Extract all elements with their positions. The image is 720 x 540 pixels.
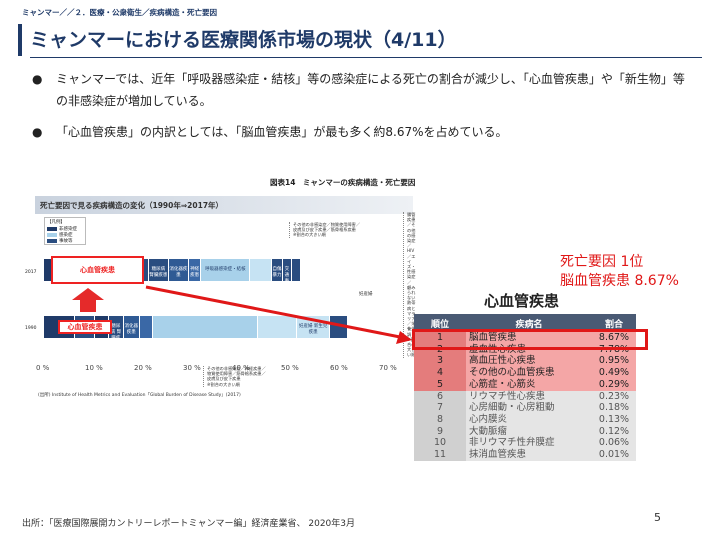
cell-rank: 3	[414, 355, 466, 368]
up-arrow-icon	[72, 288, 104, 312]
cell-name: 大動脈瘤	[466, 425, 592, 438]
cell-share: 0.49%	[592, 367, 636, 379]
table-row: 3 高血圧性心疾患 0.95%	[414, 355, 636, 368]
cell-rank: 8	[414, 413, 466, 426]
cell-name: 高血圧性心疾患	[466, 355, 592, 368]
source-note: 出所：「医療国際展開カントリーレポートミャンマー編」経済産業省、 2020年3月	[22, 519, 355, 529]
top-death-cause-note: 死亡要因 1位 脳血管疾患 8.67%	[560, 253, 679, 291]
cell-rank: 6	[414, 390, 466, 403]
cell-share: 0.13%	[592, 413, 636, 426]
cell-share: 0.95%	[592, 355, 636, 368]
cell-name: 心筋症・心筋炎	[466, 378, 592, 391]
cell-name: リウマチ性心疾患	[466, 390, 592, 403]
cell-name: 抹消血管疾患	[466, 449, 592, 461]
table-row: 6 リウマチ性心疾患 0.23%	[414, 390, 636, 403]
cell-rank: 4	[414, 367, 466, 379]
death-cause-line1: 死亡要因 1位	[560, 254, 644, 270]
cell-rank: 7	[414, 402, 466, 414]
cell-share: 0.29%	[592, 378, 636, 391]
cell-name: 心房細動・心房粗動	[466, 402, 592, 414]
table-row: 11 抹消血管疾患 0.01%	[414, 449, 636, 461]
table-row: 9 大動脈瘤 0.12%	[414, 425, 636, 438]
cardiovascular-table-title: 心血管疾患	[484, 292, 560, 310]
table-row: 8 心内膜炎 0.13%	[414, 413, 636, 426]
pointer-arrowhead-icon	[396, 331, 412, 344]
table-row: 4 その他の心血管疾患 0.49%	[414, 367, 636, 379]
pointer-arrow-line	[145, 285, 401, 339]
table-row: 10 非リウマチ性弁膜症 0.06%	[414, 437, 636, 450]
cell-rank: 11	[414, 449, 466, 461]
cell-share: 0.18%	[592, 402, 636, 414]
cell-share: 0.06%	[592, 437, 636, 450]
cell-rank: 9	[414, 425, 466, 438]
cell-name: その他の心血管疾患	[466, 367, 592, 379]
page-number: 5	[654, 511, 661, 524]
death-cause-line2: 脳血管疾患 8.67%	[560, 273, 679, 289]
table-row: 5 心筋症・心筋炎 0.29%	[414, 378, 636, 391]
cell-share: 0.12%	[592, 425, 636, 438]
cell-name: 心内膜炎	[466, 413, 592, 426]
cell-share: 0.01%	[592, 449, 636, 461]
cell-rank: 10	[414, 437, 466, 450]
rank1-highlight-box	[412, 329, 648, 350]
cell-share: 0.23%	[592, 390, 636, 403]
table-row: 7 心房細動・心房粗動 0.18%	[414, 402, 636, 414]
cell-name: 非リウマチ性弁膜症	[466, 437, 592, 450]
cell-rank: 5	[414, 378, 466, 391]
